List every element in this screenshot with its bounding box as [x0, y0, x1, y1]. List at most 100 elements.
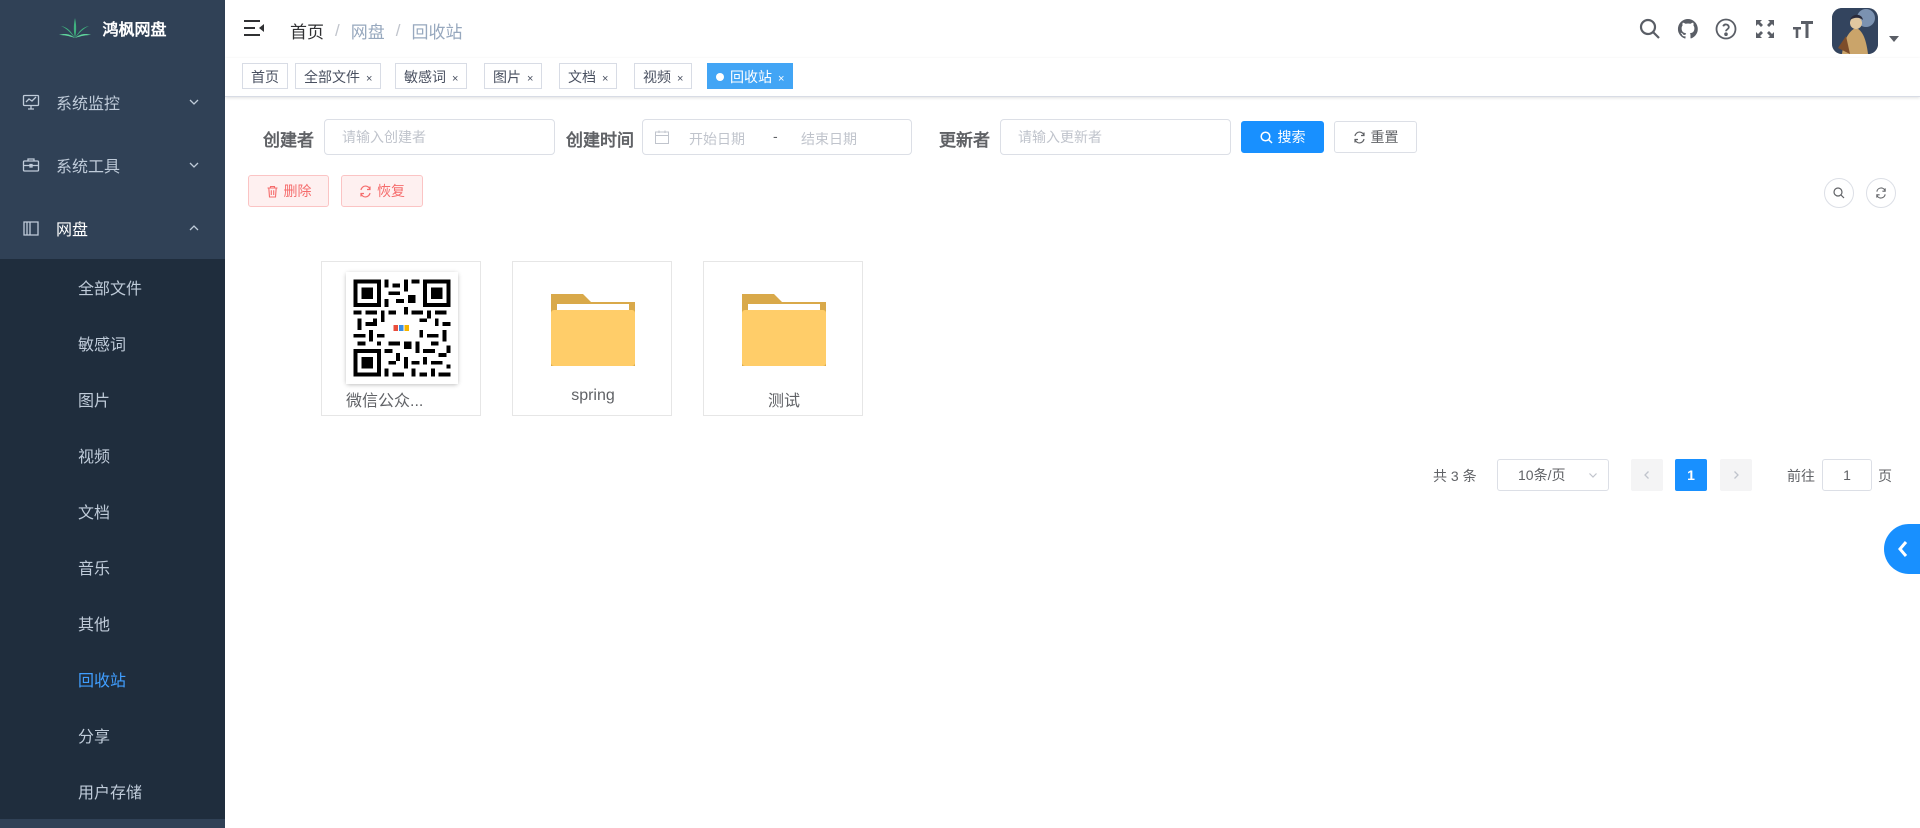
submenu-user-storage[interactable]: 用户存储 [0, 763, 225, 819]
sidebar: 鸿枫网盘 系统监控 系统工具 网盘 全部文件 敏感词 图片 视频 文档 音乐 其… [0, 0, 225, 828]
page-number-button[interactable]: 1 [1675, 459, 1707, 491]
toggle-search-button[interactable] [1824, 178, 1854, 208]
range-separator: - [773, 128, 778, 144]
refresh-icon [1353, 130, 1365, 144]
right-panel-toggle[interactable] [1884, 524, 1920, 574]
help-icon[interactable] [1714, 17, 1738, 41]
search-icon[interactable] [1638, 17, 1662, 41]
folder-icon [551, 294, 635, 366]
breadcrumb: 首页 / 网盘 / 回收站 [290, 18, 462, 43]
menu-netdisk[interactable]: 网盘 [0, 196, 225, 259]
submenu-all-files[interactable]: 全部文件 [0, 259, 225, 315]
menu-system-monitor[interactable]: 系统监控 [0, 70, 225, 133]
search-icon [1259, 130, 1273, 144]
close-icon[interactable]: × [527, 73, 533, 85]
hamburger-icon[interactable] [244, 19, 264, 37]
end-date-input[interactable]: 结束日期 [801, 129, 857, 149]
qr-code-image [346, 272, 458, 384]
submenu-sensitive-words[interactable]: 敏感词 [0, 315, 225, 371]
tag-label: 全部文件 [304, 69, 360, 85]
chevron-down-icon [1589, 473, 1597, 478]
tag-label: 回收站 [730, 69, 772, 85]
file-name: 测试 [767, 393, 800, 410]
tag-home[interactable]: 首页 [242, 63, 288, 89]
menu-label: 系统工具 [56, 158, 121, 176]
tags-view: 首页 全部文件 × 敏感词 × 图片 × 文档 × 视频 × 回收站 × [225, 58, 1920, 97]
submenu-label: 回收站 [78, 673, 127, 690]
search-button-label: 搜索 [1277, 129, 1306, 145]
date-range-picker[interactable]: 开始日期 - 结束日期 [642, 119, 912, 155]
font-size-icon[interactable] [1791, 17, 1815, 41]
tag-recycle-bin[interactable]: 回收站 × [707, 63, 794, 89]
restore-button[interactable]: 恢复 [341, 175, 423, 207]
chevron-down-icon [189, 162, 199, 168]
close-icon[interactable]: × [602, 73, 608, 85]
restore-button-label: 恢复 [377, 183, 405, 199]
close-icon[interactable]: × [677, 73, 683, 85]
pagination-total: 共 3 条 [1433, 468, 1477, 484]
chevron-down-icon [189, 99, 199, 105]
tag-documents[interactable]: 文档 × [559, 63, 618, 89]
logo[interactable]: 鸿枫网盘 [0, 0, 225, 56]
submenu-label: 全部文件 [78, 281, 143, 298]
close-icon[interactable]: × [778, 73, 784, 85]
file-name: 微信公众... [346, 393, 424, 410]
submenu-music[interactable]: 音乐 [0, 539, 225, 595]
tag-videos[interactable]: 视频 × [634, 63, 693, 89]
trash-icon [267, 185, 277, 198]
tag-sensitive-words[interactable]: 敏感词 × [395, 63, 468, 89]
creator-label: 创建者 [263, 131, 314, 150]
refresh-button[interactable] [1866, 178, 1896, 208]
submenu-label: 分享 [78, 729, 111, 746]
caret-down-icon[interactable] [1889, 36, 1899, 42]
menu-label: 系统监控 [56, 95, 121, 113]
submenu-recycle-bin[interactable]: 回收站 [0, 651, 225, 707]
start-date-input[interactable]: 开始日期 [689, 129, 745, 149]
netdisk-submenu: 全部文件 敏感词 图片 视频 文档 音乐 其他 回收站 分享 用户存储 [0, 259, 225, 819]
page-unit-label: 页 [1878, 468, 1892, 484]
github-icon[interactable] [1676, 17, 1700, 41]
prev-page-button[interactable] [1631, 459, 1663, 491]
submenu-documents[interactable]: 文档 [0, 483, 225, 539]
tag-all-files[interactable]: 全部文件 × [295, 63, 382, 89]
avatar[interactable] [1832, 8, 1878, 54]
submenu-label: 视频 [78, 449, 111, 466]
folder-card[interactable]: spring [512, 261, 672, 416]
page-size-select[interactable]: 10条/页 [1497, 459, 1609, 491]
close-icon[interactable]: × [366, 73, 372, 85]
chevron-left-icon [1644, 471, 1649, 479]
submenu-other[interactable]: 其他 [0, 595, 225, 651]
avatar-image [1832, 8, 1878, 54]
goto-label: 前往 [1787, 468, 1815, 484]
page-size-value: 10条/页 [1518, 467, 1566, 483]
breadcrumb-netdisk: 网盘 [350, 23, 385, 42]
creator-input[interactable]: 请输入创建者 [324, 119, 555, 155]
file-name: spring [571, 387, 615, 404]
tag-label: 图片 [493, 69, 521, 85]
breadcrumb-home[interactable]: 首页 [290, 18, 324, 43]
reset-button[interactable]: 重置 [1334, 121, 1417, 153]
navbar: 首页 / 网盘 / 回收站 [225, 0, 1920, 58]
submenu-label: 音乐 [78, 561, 111, 578]
breadcrumb-separator: / [395, 20, 401, 40]
reset-button-label: 重置 [1370, 129, 1399, 145]
updater-input[interactable]: 请输入更新者 [1000, 119, 1231, 155]
tag-images[interactable]: 图片 × [484, 63, 543, 89]
menu-label: 网盘 [56, 221, 89, 239]
submenu-label: 其他 [78, 617, 111, 634]
search-button[interactable]: 搜索 [1241, 121, 1324, 153]
fullscreen-icon[interactable] [1753, 17, 1777, 41]
tag-label: 文档 [568, 69, 596, 85]
create-time-label: 创建时间 [566, 131, 634, 150]
delete-button[interactable]: 删除 [248, 175, 329, 207]
submenu-videos[interactable]: 视频 [0, 427, 225, 483]
menu-system-tools[interactable]: 系统工具 [0, 133, 225, 196]
goto-page-input[interactable]: 1 [1822, 459, 1872, 491]
submenu-images[interactable]: 图片 [0, 371, 225, 427]
active-dot [716, 73, 724, 82]
file-card[interactable]: 微信公众... [321, 261, 481, 416]
close-icon[interactable]: × [452, 73, 458, 85]
folder-card[interactable]: 测试 [703, 261, 863, 416]
submenu-share[interactable]: 分享 [0, 707, 225, 763]
next-page-button[interactable] [1720, 459, 1752, 491]
